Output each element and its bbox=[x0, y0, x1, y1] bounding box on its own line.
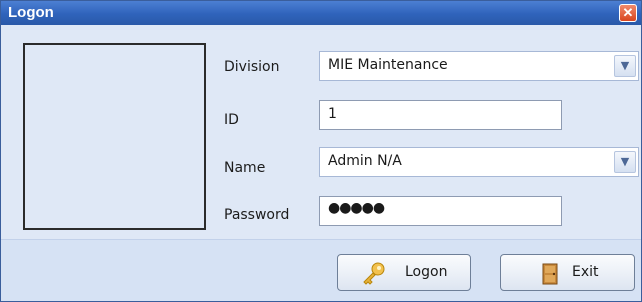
name-label: Name bbox=[224, 160, 266, 176]
chevron-down-icon[interactable]: ▼ bbox=[614, 151, 636, 173]
exit-button-label: Exit bbox=[572, 264, 599, 280]
id-field[interactable]: 1 bbox=[319, 100, 562, 130]
id-label: ID bbox=[224, 112, 239, 128]
title-bar: Logon ✕ bbox=[1, 1, 641, 25]
name-dropdown[interactable]: Admin N/A ▼ bbox=[319, 147, 639, 177]
name-value: Admin N/A bbox=[328, 153, 402, 169]
id-value: 1 bbox=[328, 106, 337, 122]
division-label: Division bbox=[224, 59, 280, 75]
window-title: Logon bbox=[8, 4, 54, 21]
division-dropdown[interactable]: MIE Maintenance ▼ bbox=[319, 51, 639, 81]
password-value: ●●●●● bbox=[328, 200, 385, 216]
password-label: Password bbox=[224, 207, 290, 223]
logon-button-label: Logon bbox=[405, 264, 448, 280]
close-button[interactable]: ✕ bbox=[619, 4, 637, 22]
logon-window: Logon ✕ Division MIE Maintenance ▼ ID 1 … bbox=[0, 0, 642, 302]
key-icon bbox=[363, 262, 385, 285]
user-photo-frame bbox=[23, 43, 206, 230]
password-field[interactable]: ●●●●● bbox=[319, 196, 562, 226]
chevron-down-icon[interactable]: ▼ bbox=[614, 55, 636, 77]
division-value: MIE Maintenance bbox=[328, 57, 448, 73]
close-icon: ✕ bbox=[622, 5, 634, 20]
exit-button[interactable]: Exit bbox=[500, 254, 635, 291]
door-icon bbox=[542, 263, 558, 285]
logon-button[interactable]: Logon bbox=[337, 254, 471, 291]
